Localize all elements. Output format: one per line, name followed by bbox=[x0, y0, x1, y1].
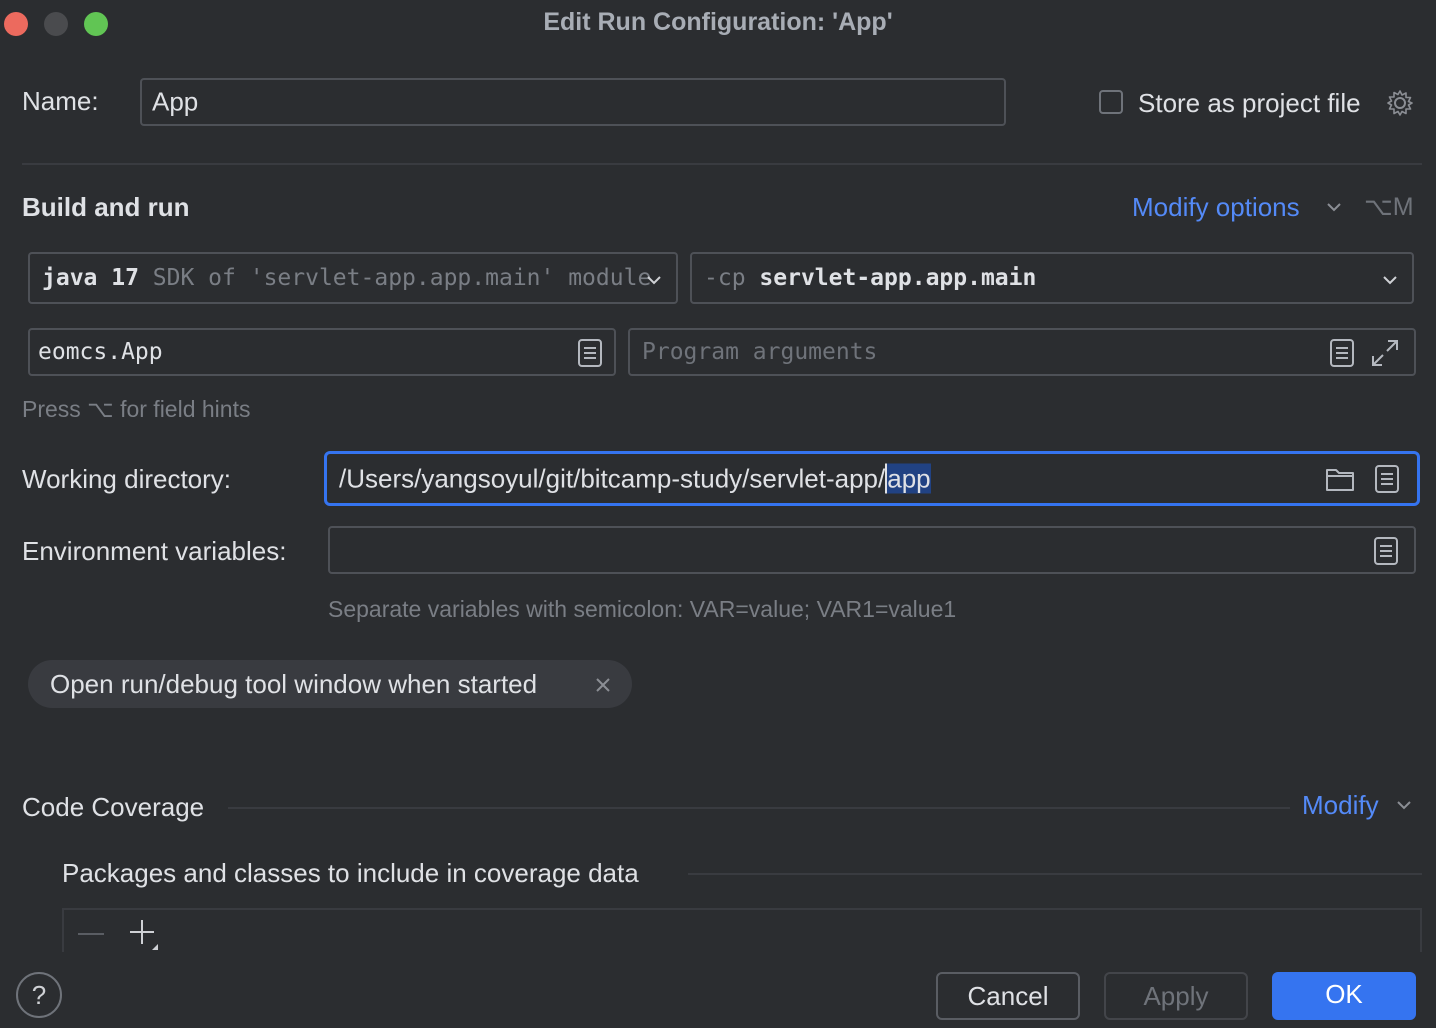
working-directory-selected: app bbox=[885, 463, 931, 493]
working-directory-value: /Users/yangsoyul/git/bitcamp-study/servl… bbox=[339, 463, 886, 493]
modify-options-shortcut: ⌥M bbox=[1364, 193, 1414, 221]
main-class-input[interactable]: eomcs.App bbox=[28, 328, 616, 376]
sdk-description: SDK of 'servlet-app.app.main' module bbox=[152, 265, 652, 291]
sdk-dropdown[interactable]: java 17 SDK of 'servlet-app.app.main' mo… bbox=[28, 252, 678, 304]
help-button[interactable]: ? bbox=[16, 972, 62, 1018]
separator bbox=[688, 873, 1422, 875]
field-hints-text: Press ⌥ for field hints bbox=[22, 396, 251, 422]
window-title: Edit Run Configuration: 'App' bbox=[543, 8, 893, 36]
list-icon[interactable] bbox=[578, 339, 602, 372]
list-icon[interactable] bbox=[1330, 339, 1354, 372]
open-tool-window-chip-label: Open run/debug tool window when started bbox=[50, 669, 538, 699]
open-tool-window-chip[interactable]: Open run/debug tool window when started bbox=[28, 660, 632, 708]
separator bbox=[228, 807, 1290, 809]
coverage-modify-link[interactable]: Modify bbox=[1302, 790, 1379, 821]
store-as-project-file-checkbox[interactable] bbox=[1099, 90, 1123, 114]
name-input[interactable]: App bbox=[140, 78, 1006, 126]
remove-icon[interactable] bbox=[76, 924, 106, 949]
close-icon[interactable] bbox=[594, 676, 612, 699]
classpath-module: servlet-app.app.main bbox=[759, 265, 1037, 291]
chevron-down-icon bbox=[1380, 270, 1400, 295]
add-icon[interactable] bbox=[128, 918, 162, 957]
cancel-button[interactable]: Cancel bbox=[936, 972, 1080, 1020]
build-and-run-heading: Build and run bbox=[22, 192, 190, 222]
store-as-project-file-label[interactable]: Store as project file bbox=[1138, 88, 1361, 119]
classpath-flag: -cp bbox=[704, 265, 746, 291]
code-coverage-heading: Code Coverage bbox=[22, 792, 205, 822]
program-arguments-input[interactable]: Program arguments bbox=[628, 328, 1416, 376]
chevron-down-icon bbox=[1325, 198, 1343, 221]
main-class-value: eomcs.App bbox=[38, 339, 163, 365]
name-input-value: App bbox=[152, 86, 199, 117]
program-arguments-placeholder: Program arguments bbox=[642, 339, 878, 365]
name-label: Name: bbox=[22, 86, 99, 116]
environment-variables-hint: Separate variables with semicolon: VAR=v… bbox=[328, 596, 957, 622]
chevron-down-icon bbox=[1395, 796, 1413, 819]
expand-icon[interactable] bbox=[1370, 338, 1400, 373]
coverage-packages-label: Packages and classes to include in cover… bbox=[62, 858, 639, 888]
working-directory-label: Working directory: bbox=[22, 464, 232, 494]
environment-variables-label: Environment variables: bbox=[22, 536, 287, 566]
list-icon[interactable] bbox=[1374, 537, 1398, 570]
folder-icon[interactable] bbox=[1325, 466, 1355, 497]
chevron-down-icon bbox=[644, 270, 664, 295]
apply-button[interactable]: Apply bbox=[1104, 972, 1248, 1020]
separator bbox=[22, 163, 1422, 165]
classpath-dropdown[interactable]: -cp servlet-app.app.main bbox=[690, 252, 1414, 304]
working-directory-input[interactable]: /Users/yangsoyul/git/bitcamp-study/servl… bbox=[324, 451, 1420, 506]
environment-variables-input[interactable] bbox=[328, 526, 1416, 574]
gear-icon[interactable] bbox=[1385, 88, 1415, 118]
sdk-java-version: java 17 bbox=[42, 265, 139, 291]
modify-options-link[interactable]: Modify options bbox=[1132, 192, 1300, 223]
list-icon[interactable] bbox=[1375, 465, 1399, 498]
ok-button[interactable]: OK bbox=[1272, 972, 1416, 1020]
coverage-packages-list[interactable] bbox=[62, 908, 1422, 952]
